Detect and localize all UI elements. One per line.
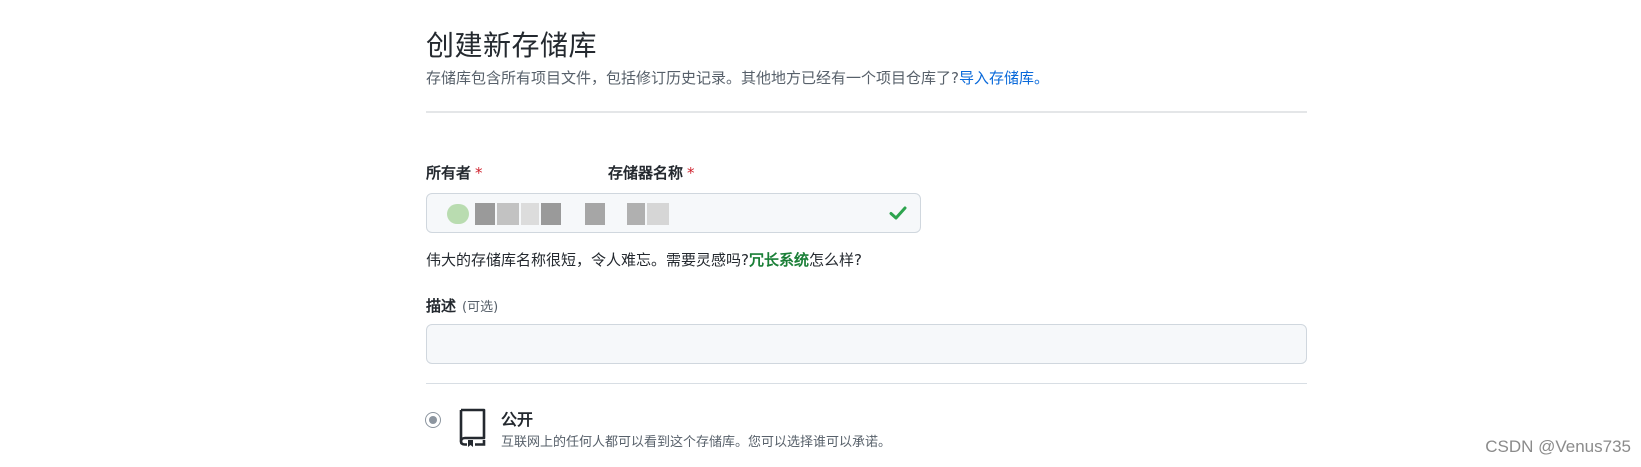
redacted-owner-block bbox=[541, 203, 561, 225]
repo-name-required-mark: * bbox=[687, 164, 695, 182]
public-option-description: 互联网上的任何人都可以看到这个存储库。您可以选择谁可以承诺。 bbox=[501, 435, 892, 450]
subtitle-text: 存储库包含所有项目文件，包括修订历史记录。其他地方已经有一个项目仓库了? bbox=[426, 69, 959, 87]
name-suggestion-link[interactable]: 冗长系统 bbox=[749, 251, 809, 269]
redacted-owner-block bbox=[521, 203, 539, 225]
redacted-owner-block bbox=[585, 203, 605, 225]
import-repository-link[interactable]: 导入存储库。 bbox=[959, 69, 1049, 87]
owner-label-text: 所有者 bbox=[426, 164, 472, 182]
description-label-text: 描述 bbox=[426, 297, 457, 315]
description-label: 描述 (可选) bbox=[426, 295, 498, 316]
repo-name-field[interactable] bbox=[426, 193, 921, 233]
redacted-owner-block bbox=[497, 203, 519, 225]
owner-avatar[interactable] bbox=[447, 204, 469, 224]
hint-suffix: 怎么样? bbox=[808, 251, 862, 269]
repo-name-label-text: 存储器名称 bbox=[608, 164, 684, 182]
description-input[interactable] bbox=[426, 324, 1307, 364]
page-title: 创建新存储库 bbox=[426, 29, 598, 62]
owner-required-mark: * bbox=[475, 164, 483, 182]
page-subtitle: 存储库包含所有项目文件，包括修订历史记录。其他地方已经有一个项目仓库了?导入存储… bbox=[426, 67, 1049, 88]
description-optional-note: (可选) bbox=[462, 300, 499, 315]
redacted-owner-block bbox=[647, 203, 669, 225]
public-radio[interactable] bbox=[425, 412, 441, 428]
redacted-owner-block bbox=[475, 203, 495, 225]
check-icon bbox=[889, 206, 907, 220]
section-divider bbox=[426, 383, 1307, 384]
owner-label: 所有者 * bbox=[426, 162, 483, 183]
hint-text: 伟大的存储库名称很短，令人难忘。需要灵感吗? bbox=[426, 251, 749, 269]
header-divider bbox=[426, 111, 1307, 113]
csdn-watermark: CSDN @Venus735 bbox=[1485, 437, 1631, 456]
repo-name-label: 存储器名称 * bbox=[608, 162, 695, 183]
public-option-title: 公开 bbox=[501, 410, 534, 429]
redacted-owner-block bbox=[627, 203, 645, 225]
repo-name-hint: 伟大的存储库名称很短，令人难忘。需要灵感吗?冗长系统怎么样? bbox=[426, 249, 862, 270]
repo-icon bbox=[459, 408, 486, 447]
